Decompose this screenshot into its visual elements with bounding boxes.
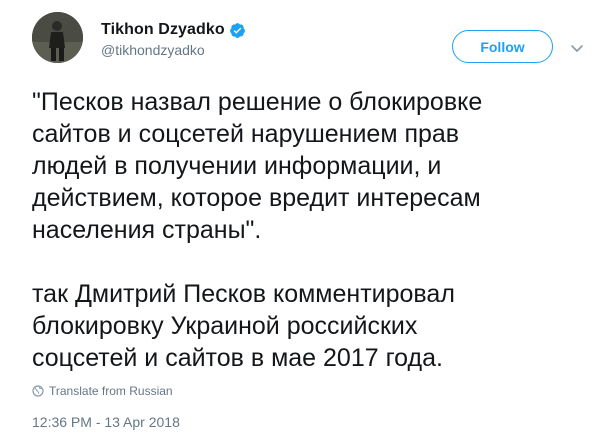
globe-icon [32,385,44,397]
follow-button[interactable]: Follow [452,30,553,63]
tweet-paragraph: так Дмитрий Песков комментировал блокиро… [32,280,455,372]
author-handle[interactable]: @tikhondzyadko [101,42,205,58]
avatar-image [32,12,83,63]
tweet-text: "Песков назвал решение о блокировке сайт… [32,86,572,374]
verified-badge-icon [229,22,246,39]
tweet-paragraph: "Песков назвал решение о блокировке сайт… [32,88,483,244]
tweet-timestamp[interactable]: 12:36 PM - 13 Apr 2018 [32,414,180,430]
translate-label[interactable]: Translate from Russian [49,384,173,398]
translate-link[interactable]: Translate from Russian [32,384,173,398]
chevron-down-icon[interactable] [570,41,584,52]
author-name-row[interactable]: Tikhon Dzyadko [101,20,246,40]
avatar[interactable] [32,12,83,63]
author-display-name[interactable]: Tikhon Dzyadko [101,21,225,39]
tweet-card: Tikhon Dzyadko @tikhondzyadko Follow "Пе… [0,0,600,441]
